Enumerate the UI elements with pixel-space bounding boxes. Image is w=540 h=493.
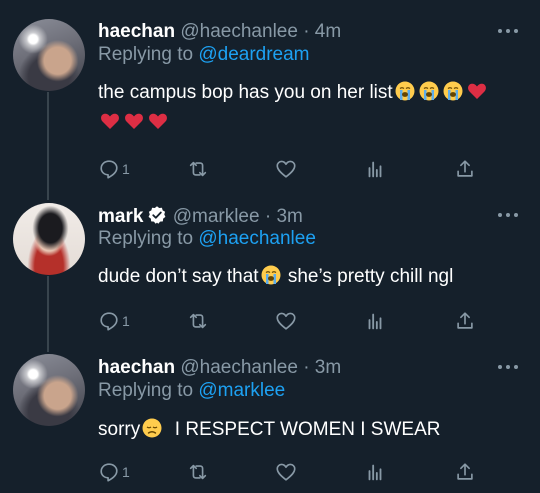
broken-heart-emoji [101,113,119,129]
like-button[interactable] [274,157,298,181]
share-button[interactable] [454,157,476,181]
heart-icon [276,160,296,178]
reply-icon [100,463,118,482]
handle-and-time[interactable]: @marklee · 3m [173,206,303,227]
tweet-header: haechan @haechanlee · 3m [98,357,341,379]
handle-and-time[interactable]: @haechanlee · 3m [180,357,341,378]
avatar[interactable] [13,19,85,91]
reply-count: 1 [122,161,130,177]
broken-heart-emoji [149,113,167,129]
tweet-text-part: I RESPECT WOMEN I SWEAR [164,419,441,440]
retweet-icon [189,464,207,480]
like-button[interactable] [274,309,298,333]
replying-to: Replying to @haechanlee [98,228,316,250]
retweet-button[interactable] [186,157,210,181]
reply-count: 1 [122,464,130,480]
share-button[interactable] [454,309,476,333]
share-button[interactable] [454,460,476,484]
tweet-text-line: the campus bop has you on her list [98,82,393,103]
tweet-text-part: dude don’t say that [98,266,259,287]
tweet-text: dude don’t say that she’s pretty chill n… [98,262,528,292]
more-options-icon[interactable] [498,364,518,370]
reply-count: 1 [122,313,130,329]
reply-to-mention-link[interactable]: @marklee [198,380,285,401]
handle-and-time[interactable]: @haechanlee · 4m [180,21,341,42]
reply-button[interactable]: 1 [98,157,130,181]
tweet-header: haechan @haechanlee · 4m [98,21,341,43]
tweet-text-part: sorry [98,419,141,440]
share-icon [457,160,473,177]
like-button[interactable] [274,460,298,484]
broken-heart-emoji [467,83,486,99]
more-options-icon[interactable] [498,28,518,34]
reply-icon [100,312,118,331]
replying-to: Replying to @deardream [98,44,310,66]
analytics-button[interactable] [364,157,386,181]
tweet-actions: 1 [98,460,518,484]
reply-to-mention-link[interactable]: @haechanlee [198,228,316,249]
share-icon [457,312,473,329]
heart-icon [276,463,296,481]
retweet-icon [189,313,207,329]
tweet-header: mark @marklee · 3m [98,205,303,228]
tweet-text: sorry I RESPECT WOMEN I SWEAR [98,415,528,445]
disappointed-face-emoji [142,418,162,438]
retweet-button[interactable] [186,460,210,484]
retweet-icon [189,161,207,177]
tweet[interactable]: mark @marklee · 3m Replying to @haechanl… [0,195,540,347]
broken-heart-emoji [125,113,143,129]
heart-icon [276,312,296,330]
display-name[interactable]: haechan [98,357,175,378]
tweet-actions: 1 [98,157,518,181]
more-options-icon[interactable] [498,212,518,218]
tweet[interactable]: haechan @haechanlee · 4m Replying to @de… [0,0,540,195]
tweet[interactable]: haechan @haechanlee · 3m Replying to @ma… [0,347,540,493]
display-name[interactable]: mark [98,206,143,227]
replying-to-label: Replying to [98,228,194,249]
analytics-button[interactable] [364,460,386,484]
analytics-icon [368,464,382,481]
reply-button[interactable]: 1 [98,460,130,484]
analytics-button[interactable] [364,309,386,333]
replying-to-label: Replying to [98,380,194,401]
reply-to-mention-link[interactable]: @deardream [198,44,309,65]
loudly-crying-face-emoji [443,81,463,101]
reply-icon [100,160,118,179]
tweet-actions: 1 [98,309,518,333]
avatar[interactable] [13,354,85,426]
analytics-icon [368,313,382,330]
loudly-crying-face-emoji [261,265,281,285]
tweet-text-part: she’s pretty chill ngl [282,266,454,287]
avatar[interactable] [13,203,85,275]
replying-to-label: Replying to [98,44,194,65]
replying-to: Replying to @marklee [98,380,285,402]
loudly-crying-face-emoji [395,81,415,101]
display-name[interactable]: haechan [98,21,175,42]
reply-button[interactable]: 1 [98,309,130,333]
analytics-icon [368,161,382,178]
share-icon [457,463,473,480]
tweet-text: the campus bop has you on her list [98,78,528,138]
retweet-button[interactable] [186,309,210,333]
loudly-crying-face-emoji [419,81,439,101]
verified-badge-icon [149,206,166,224]
